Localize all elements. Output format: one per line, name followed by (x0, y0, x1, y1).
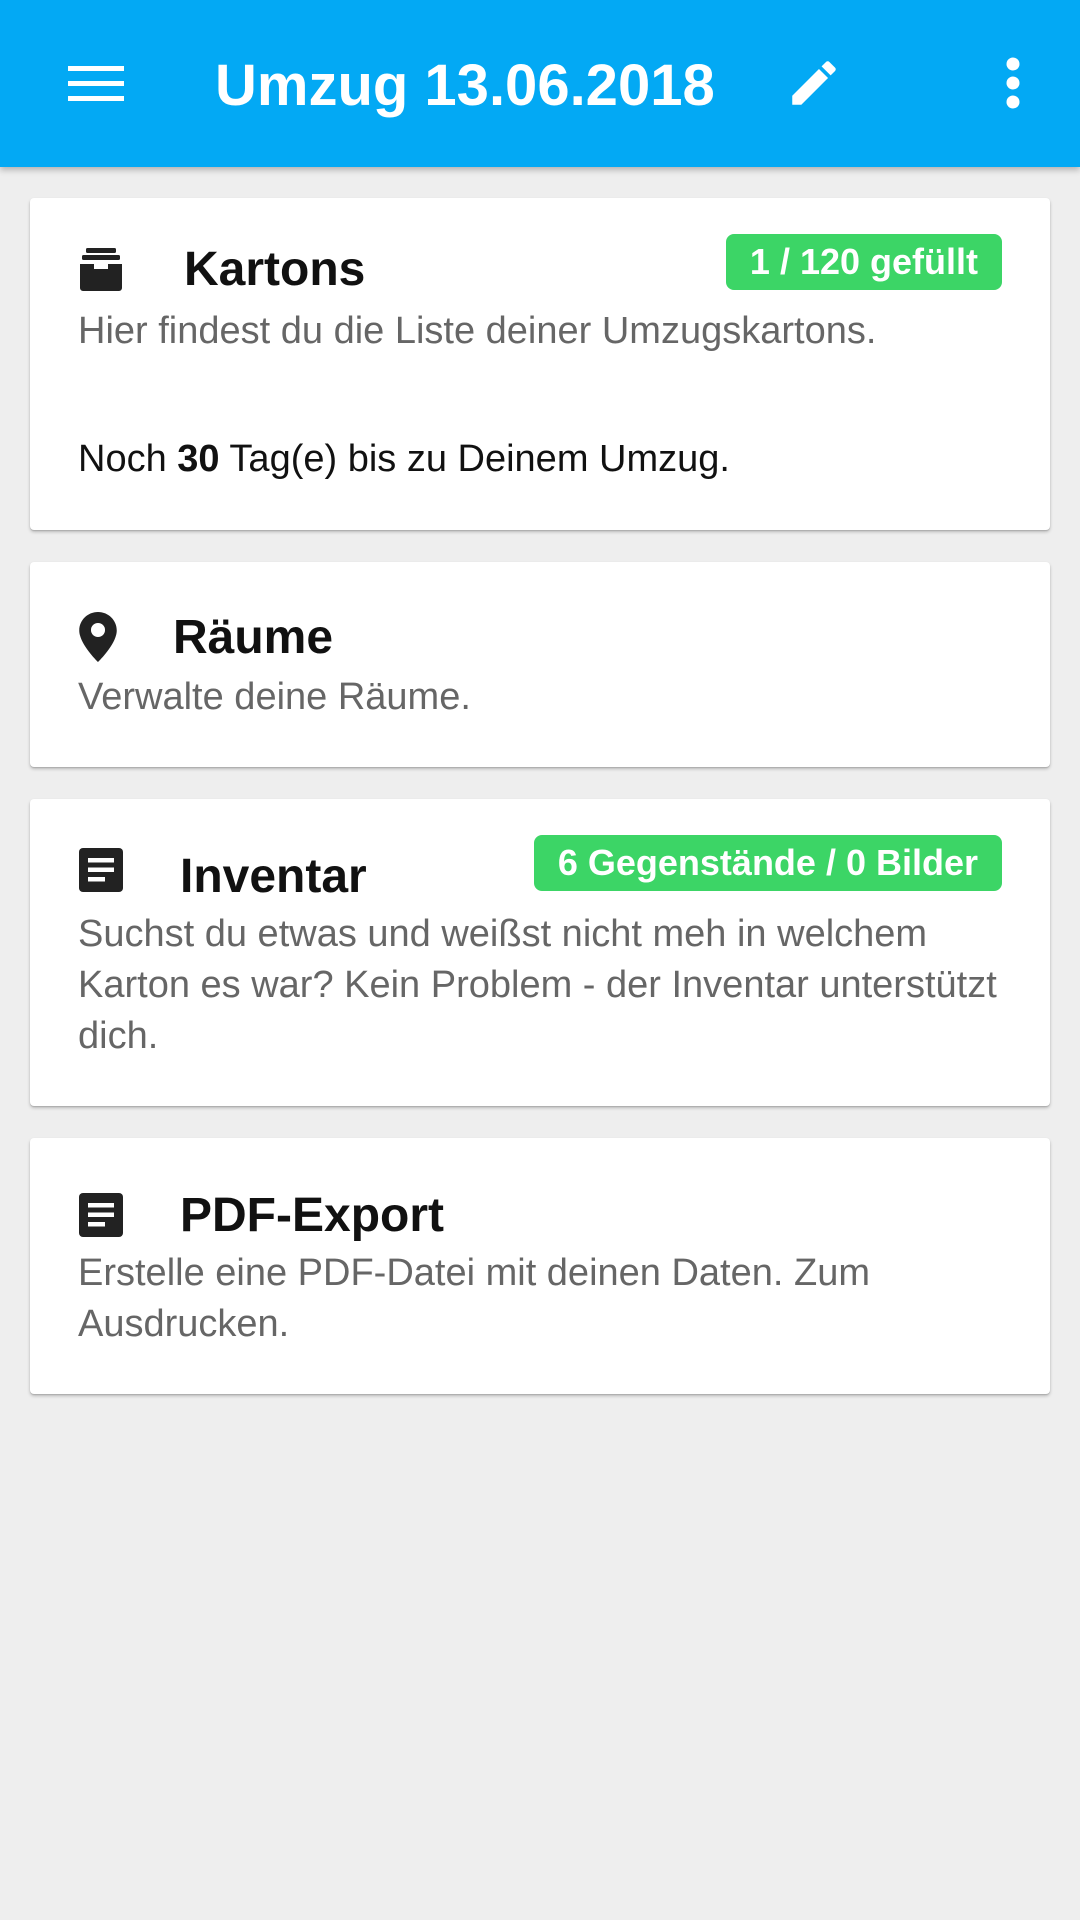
pdf-export-card[interactable]: PDF-Export Erstelle eine PDF-Datei mit d… (30, 1138, 1050, 1394)
card-title: Räume (173, 611, 334, 664)
document-list-icon (78, 1192, 124, 1238)
kartons-card[interactable]: Kartons 1 / 120 gefüllt Hier findest du … (30, 198, 1050, 530)
card-title: PDF-Export (180, 1189, 444, 1242)
more-options-button[interactable] (990, 44, 1036, 122)
countdown-days: 30 (177, 438, 220, 480)
card-description: Hier findest du die Liste deiner Umzugsk… (78, 310, 877, 352)
raeume-card[interactable]: Räume Verwalte deine Räume. (30, 562, 1050, 767)
map-marker-icon (78, 612, 118, 662)
menu-button[interactable] (56, 50, 136, 118)
more-vertical-icon (1006, 57, 1020, 109)
card-title: Kartons (184, 243, 366, 296)
edit-button[interactable] (775, 44, 853, 122)
inventory-count-badge: 6 Gegenstände / 0 Bilder (533, 835, 1002, 891)
card-title: Inventar (180, 850, 367, 903)
archive-box-icon (78, 246, 124, 292)
app-title: Umzug 13.06.2018 (215, 53, 715, 118)
pencil-icon (792, 61, 836, 105)
card-description: Suchst du etwas und weißst nicht meh in … (78, 913, 997, 1057)
app-bar: Umzug 13.06.2018 (0, 0, 1080, 167)
filled-count-badge: 1 / 120 gefüllt (725, 234, 1002, 290)
card-description: Verwalte deine Räume. (78, 676, 471, 718)
card-description: Erstelle eine PDF-Datei mit deinen Daten… (78, 1252, 870, 1345)
document-list-icon (78, 847, 124, 893)
menu-icon (68, 66, 124, 101)
moving-countdown: Noch 30 Tag(e) bis zu Deinem Umzug. (78, 434, 1002, 485)
inventar-card[interactable]: Inventar 6 Gegenstände / 0 Bilder Suchst… (30, 799, 1050, 1106)
countdown-suffix: Tag(e) bis zu Deinem Umzug. (219, 438, 730, 480)
countdown-prefix: Noch (78, 438, 178, 480)
